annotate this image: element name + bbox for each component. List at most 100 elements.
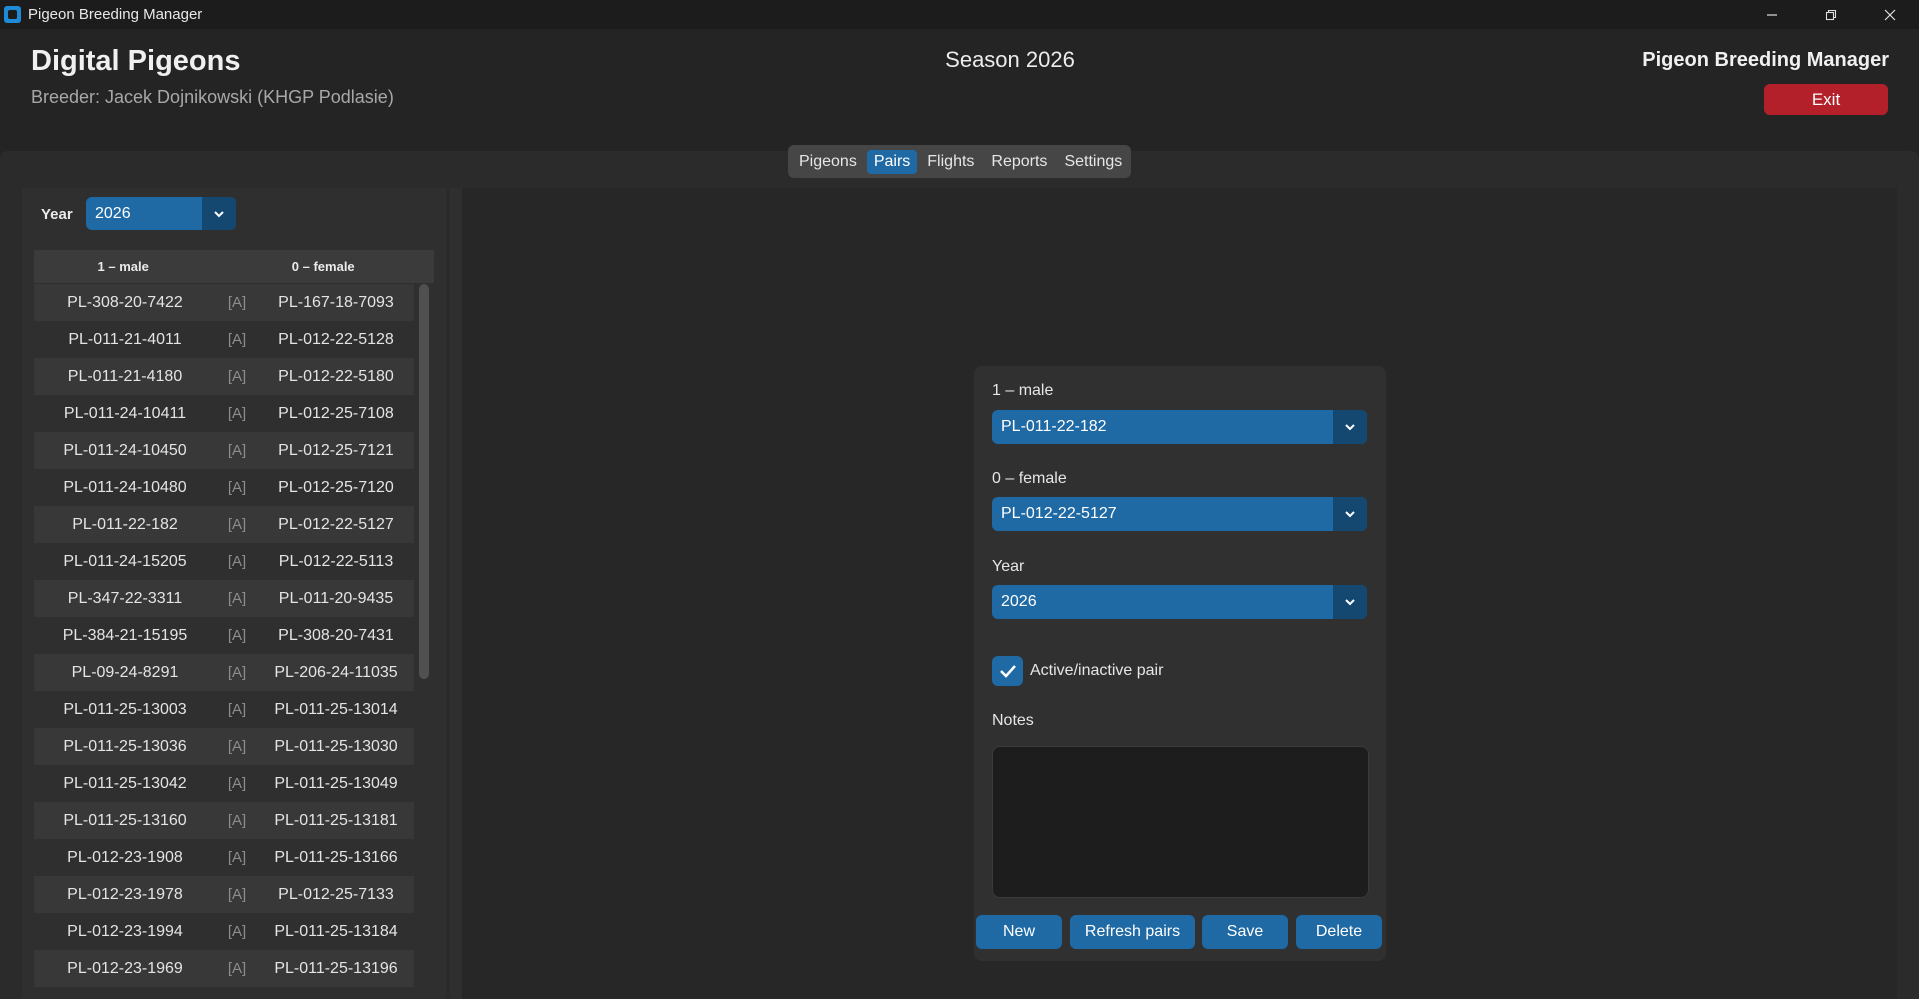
pair-male-cell: PL-012-23-1994	[67, 922, 183, 940]
pair-row[interactable]: PL-012-23-1978 [A] PL-012-25-7133	[34, 876, 414, 913]
pair-row[interactable]: PL-308-20-7422 [A] PL-167-18-7093	[34, 284, 414, 321]
window-titlebar: Pigeon Breeding Manager	[0, 0, 1919, 29]
minimize-icon	[1766, 13, 1777, 16]
pair-row[interactable]: PL-09-24-8291 [A] PL-206-24-11035	[34, 654, 414, 691]
pair-male-cell: PL-011-24-15205	[63, 552, 187, 570]
pair-female-cell: PL-012-22-5128	[278, 330, 394, 348]
pair-status-cell: [A]	[227, 294, 247, 311]
female-label: 0 – female	[992, 470, 1067, 487]
year-filter-select[interactable]: 2026	[86, 197, 236, 230]
notes-textarea[interactable]	[992, 746, 1369, 898]
pair-male-cell: PL-012-23-1908	[67, 848, 183, 866]
chevron-down-icon[interactable]	[1333, 410, 1367, 444]
tab-pairs[interactable]: Pairs	[866, 149, 918, 174]
tab-settings[interactable]: Settings	[1057, 150, 1129, 174]
pair-row[interactable]: PL-011-21-4011 [A] PL-012-22-5128	[34, 321, 414, 358]
refresh-pairs-button[interactable]: Refresh pairs	[1070, 915, 1195, 949]
pairs-table-header: 1 – male 0 – female	[34, 250, 434, 283]
pair-female-cell: PL-011-20-9435	[278, 589, 394, 607]
season-title: Season 2026	[945, 47, 1075, 72]
tab-flights[interactable]: Flights	[920, 150, 981, 174]
pair-male-cell: PL-011-21-4180	[67, 367, 183, 385]
notes-label: Notes	[992, 712, 1034, 729]
pair-row[interactable]: PL-011-25-13036 [A] PL-011-25-13030	[34, 728, 414, 765]
column-header-male[interactable]: 1 – male	[34, 259, 212, 274]
tab-reports[interactable]: Reports	[984, 150, 1054, 174]
pair-row[interactable]: PL-012-23-1994 [A] PL-011-25-13184	[34, 913, 414, 950]
male-select-value: PL-011-22-182	[1001, 418, 1107, 435]
pair-female-cell: PL-012-22-5113	[278, 552, 394, 570]
pair-male-cell: PL-011-24-10480	[63, 478, 187, 496]
pairs-table-body: PL-308-20-7422 [A] PL-167-18-7093 PL-011-21…	[34, 284, 414, 987]
pair-female-cell: PL-206-24-11035	[274, 663, 398, 681]
year-filter-label: Year	[41, 206, 73, 223]
window-controls	[1742, 0, 1919, 29]
pair-row[interactable]: PL-384-21-15195 [A] PL-308-20-7431	[34, 617, 414, 654]
minimize-button[interactable]	[1742, 0, 1801, 29]
pair-row[interactable]: PL-012-23-1969 [A] PL-011-25-13196	[34, 950, 414, 987]
pair-status-cell: [A]	[227, 923, 247, 940]
exit-button[interactable]: Exit	[1764, 84, 1888, 115]
pair-female-cell: PL-011-25-13184	[274, 922, 398, 940]
close-window-button[interactable]	[1860, 0, 1919, 29]
active-pair-label[interactable]: Active/inactive pair	[1030, 662, 1163, 680]
pair-status-cell: [A]	[227, 442, 247, 459]
pair-row[interactable]: PL-012-23-1908 [A] PL-011-25-13166	[34, 839, 414, 876]
pair-status-cell: [A]	[227, 664, 247, 681]
pair-male-cell: PL-09-24-8291	[71, 663, 179, 681]
pair-male-cell: PL-011-21-4011	[68, 330, 182, 348]
pair-male-cell: PL-012-23-1978	[67, 885, 183, 903]
save-button[interactable]: Save	[1202, 915, 1288, 949]
pair-female-cell: PL-011-25-13014	[274, 700, 398, 718]
pair-row[interactable]: PL-347-22-3311 [A] PL-011-20-9435	[34, 580, 414, 617]
pair-row[interactable]: PL-011-21-4180 [A] PL-012-22-5180	[34, 358, 414, 395]
male-select[interactable]: PL-011-22-182	[992, 410, 1367, 444]
year-select-value: 2026	[1001, 593, 1037, 610]
pair-row[interactable]: PL-011-24-10411 [A] PL-012-25-7108	[34, 395, 414, 432]
tab-bar: Pigeons Pairs Flights Reports Settings	[788, 145, 1131, 178]
pair-status-cell: [A]	[227, 479, 247, 496]
male-label: 1 – male	[992, 382, 1054, 399]
pair-row[interactable]: PL-011-22-182 [A] PL-012-22-5127	[34, 506, 414, 543]
pair-female-cell: PL-012-25-7108	[278, 404, 394, 422]
year-label: Year	[992, 558, 1025, 575]
active-pair-checkbox[interactable]	[992, 656, 1023, 686]
pair-male-cell: PL-011-22-182	[72, 515, 178, 533]
header-app-title: Pigeon Breeding Manager	[1642, 49, 1889, 71]
new-button[interactable]: New	[976, 915, 1062, 949]
chevron-down-icon[interactable]	[1333, 497, 1367, 531]
pair-status-cell: [A]	[227, 331, 247, 348]
pair-female-cell: PL-012-25-7120	[278, 478, 394, 496]
pair-male-cell: PL-011-24-10411	[63, 404, 187, 422]
chevron-down-icon[interactable]	[202, 197, 236, 230]
pair-female-cell: PL-167-18-7093	[278, 293, 394, 311]
pair-male-cell: PL-011-24-10450	[63, 441, 187, 459]
restore-button[interactable]	[1801, 0, 1860, 29]
pair-female-cell: PL-308-20-7431	[278, 626, 394, 644]
pairs-list-scrollbar[interactable]	[419, 284, 429, 679]
pair-row[interactable]: PL-011-25-13003 [A] PL-011-25-13014	[34, 691, 414, 728]
pair-status-cell: [A]	[227, 627, 247, 644]
year-select[interactable]: 2026	[992, 585, 1367, 619]
delete-button[interactable]: Delete	[1296, 915, 1382, 949]
pair-row[interactable]: PL-011-24-10450 [A] PL-012-25-7121	[34, 432, 414, 469]
pair-row[interactable]: PL-011-24-10480 [A] PL-012-25-7120	[34, 469, 414, 506]
pair-status-cell: [A]	[227, 368, 247, 385]
female-select-value: PL-012-22-5127	[1001, 505, 1117, 522]
pair-female-cell: PL-012-22-5127	[278, 515, 394, 533]
pair-status-cell: [A]	[227, 701, 247, 718]
pair-row[interactable]: PL-011-25-13042 [A] PL-011-25-13049	[34, 765, 414, 802]
pair-row[interactable]: PL-011-24-15205 [A] PL-012-22-5113	[34, 543, 414, 580]
column-header-female[interactable]: 0 – female	[212, 259, 434, 274]
chevron-down-icon[interactable]	[1333, 585, 1367, 619]
close-icon	[1884, 9, 1895, 20]
pair-male-cell: PL-384-21-15195	[62, 626, 188, 644]
female-select[interactable]: PL-012-22-5127	[992, 497, 1367, 531]
tab-pigeons[interactable]: Pigeons	[792, 150, 864, 174]
main-area: Pigeons Pairs Flights Reports Settings Y…	[0, 145, 1919, 999]
pair-status-cell: [A]	[227, 849, 247, 866]
pair-male-cell: PL-011-25-13003	[63, 700, 187, 718]
pair-female-cell: PL-011-25-13166	[274, 848, 398, 866]
pair-row[interactable]: PL-011-25-13160 [A] PL-011-25-13181	[34, 802, 414, 839]
pair-male-cell: PL-011-25-13160	[63, 811, 187, 829]
